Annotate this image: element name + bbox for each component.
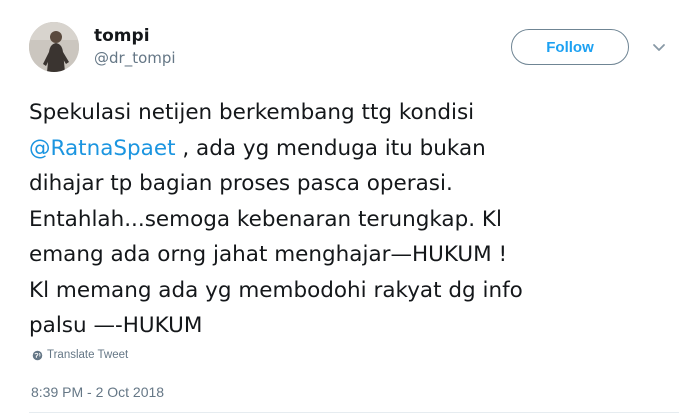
globe-icon bbox=[32, 350, 43, 360]
tweet-line-text: Entahlah...semoga kebenaran terungkap. K… bbox=[29, 206, 502, 232]
tweet-line-text: dihajar tp bagian proses pasca operasi. bbox=[29, 171, 453, 196]
tweet-line: dihajar tp bagian proses pasca operasi. bbox=[29, 166, 689, 202]
translate-label: Translate Tweet bbox=[47, 349, 129, 361]
display-name[interactable]: tompi bbox=[94, 26, 150, 46]
tweet-line-text: Kl memang ada yg membodohi rakyat dg inf… bbox=[29, 277, 523, 303]
tweet-line-text: , ada yg menduga itu bukan bbox=[175, 135, 486, 161]
divider bbox=[29, 412, 679, 413]
tweet-line: Kl memang ada yg membodohi rakyat dg inf… bbox=[29, 273, 689, 309]
tweet-line: emang ada orng jahat menghajar—HUKUM ! bbox=[29, 237, 689, 273]
more-options-button[interactable] bbox=[650, 38, 668, 56]
tweet-timestamp[interactable]: 8:39 PM - 2 Oct 2018 bbox=[31, 384, 164, 400]
follow-button[interactable]: Follow bbox=[511, 29, 629, 65]
tweet-line: Spekulasi netijen berkembang ttg kondisi bbox=[29, 95, 689, 131]
tweet-line: @RatnaSpaet , ada yg menduga itu bukan bbox=[29, 131, 689, 167]
user-handle[interactable]: @dr_tompi bbox=[94, 49, 176, 67]
tweet-text: Spekulasi netijen berkembang ttg kondisi… bbox=[29, 95, 689, 344]
tweet-line: palsu —-HUKUM bbox=[29, 308, 689, 344]
tweet-line-text: palsu —-HUKUM bbox=[29, 313, 203, 338]
chevron-down-icon bbox=[653, 44, 665, 51]
tweet-line: Entahlah...semoga kebenaran terungkap. K… bbox=[29, 202, 689, 238]
mention-link[interactable]: @RatnaSpaet bbox=[29, 136, 176, 161]
avatar-image bbox=[29, 22, 79, 72]
tweet-card: tompi @dr_tompi Follow Spekulasi netijen… bbox=[0, 0, 700, 418]
tweet-line-text: emang ada orng jahat menghajar—HUKUM ! bbox=[29, 242, 508, 267]
translate-tweet-link[interactable]: Translate Tweet bbox=[32, 349, 128, 361]
avatar[interactable] bbox=[29, 22, 79, 72]
tweet-line-text: Spekulasi netijen berkembang ttg kondisi bbox=[29, 100, 475, 125]
